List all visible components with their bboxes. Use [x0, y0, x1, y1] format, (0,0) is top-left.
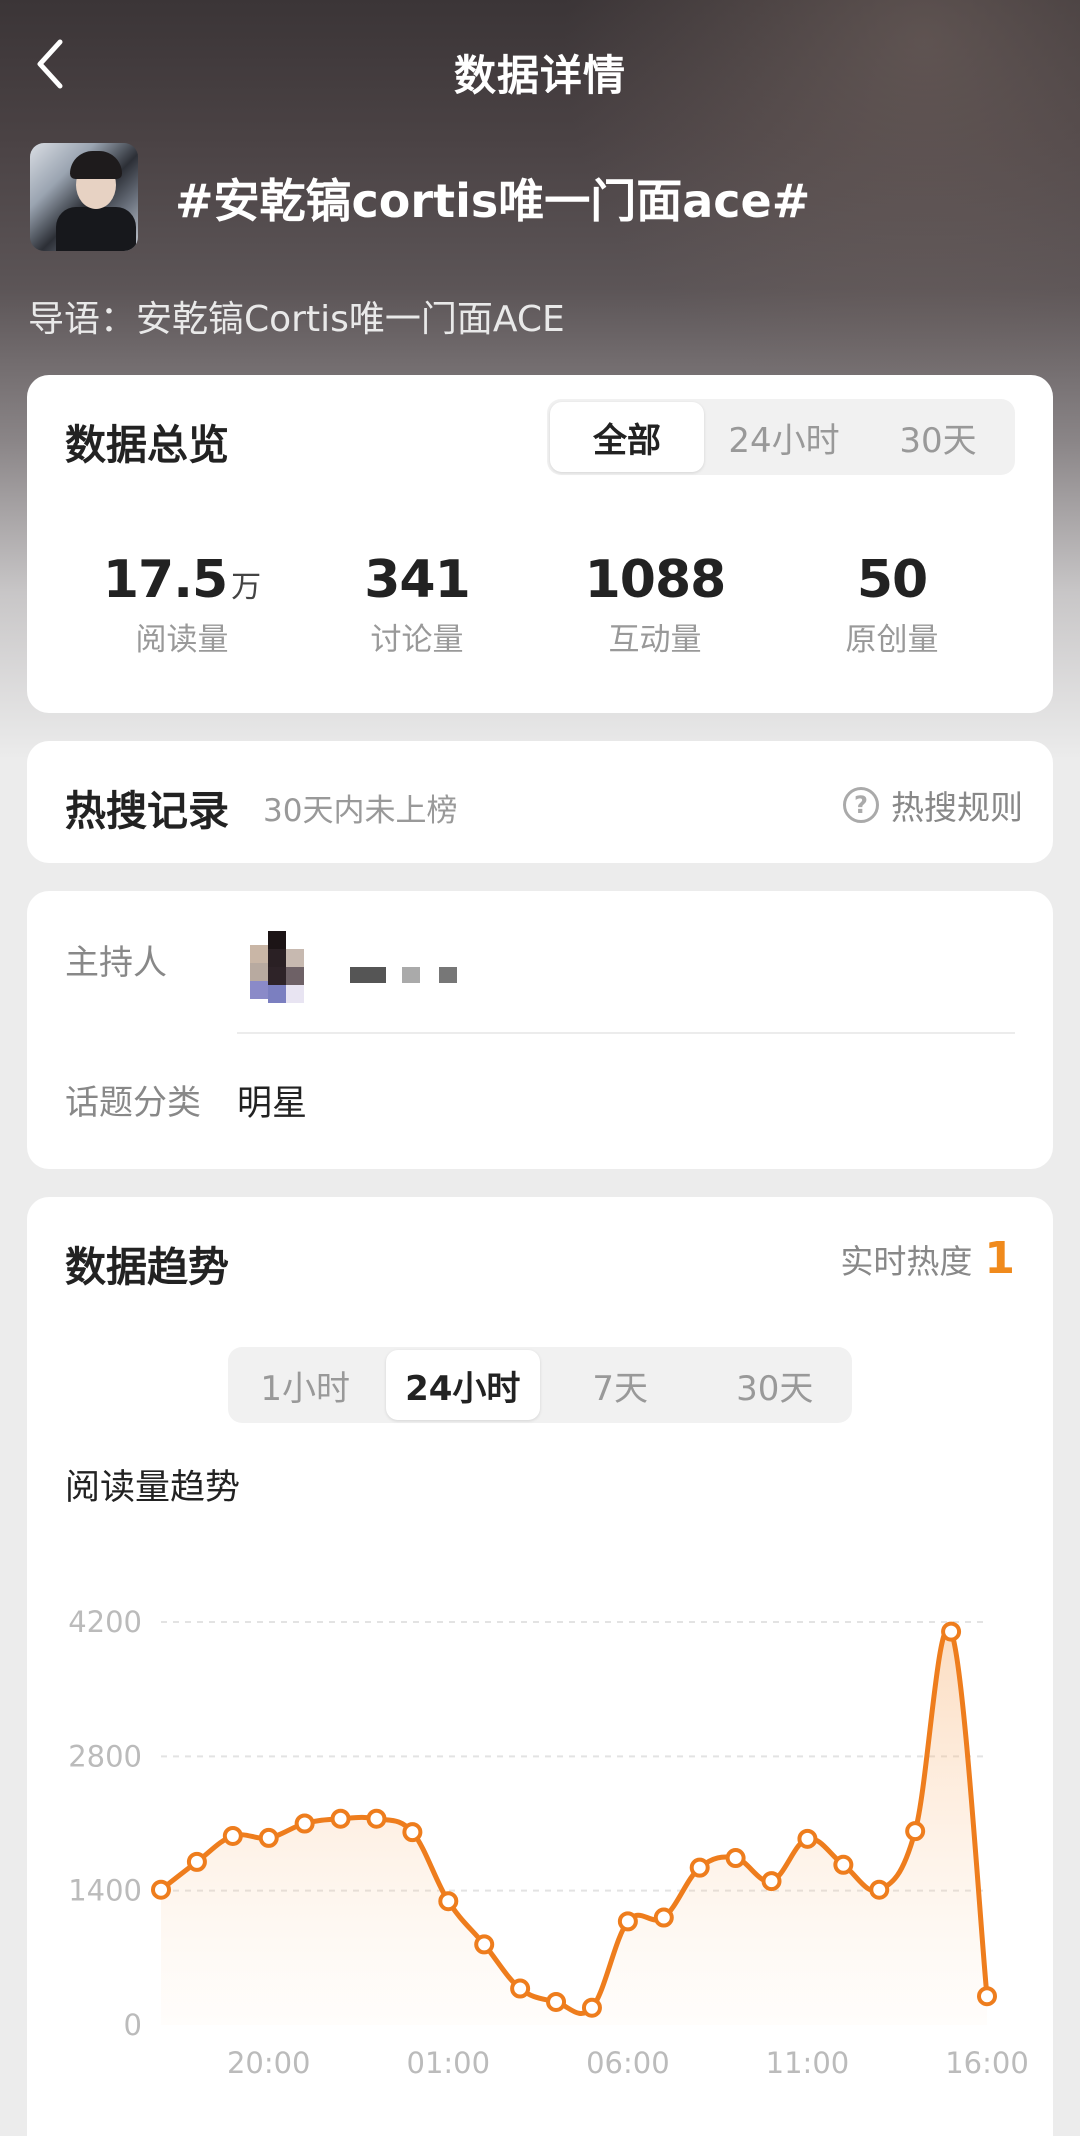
stat-read-value: 17.5 — [102, 550, 228, 610]
stat-discuss-value: 341 — [364, 550, 471, 610]
data-point[interactable] — [151, 1879, 171, 1900]
overview-title: 数据总览 — [65, 421, 229, 469]
data-point[interactable] — [797, 1828, 818, 1849]
data-point[interactable] — [581, 1997, 602, 2018]
data-point[interactable] — [294, 1813, 315, 1834]
realtime-heat-label: 实时热度 — [840, 1242, 973, 1281]
top-bar: 数据详情 — [0, 0, 1080, 140]
data-point[interactable] — [869, 1879, 890, 1900]
x-tick-label: 20:00 — [227, 2046, 311, 2080]
tab-24h-trend[interactable]: 24小时 — [385, 1350, 540, 1420]
stat-discuss: 341 讨论量 — [307, 550, 527, 659]
hot-search-card: 热搜记录 30天内未上榜 ? 热搜规则 — [27, 741, 1053, 863]
data-point[interactable] — [546, 1991, 567, 2012]
trend-range-tabs: 1小时 24小时 7天 30天 — [228, 1347, 852, 1423]
data-point[interactable] — [941, 1621, 962, 1642]
chart-label: 阅读量趋势 — [65, 1468, 241, 1508]
info-divider — [237, 1032, 1015, 1034]
tab-30d[interactable]: 30天 — [861, 399, 1015, 475]
data-point[interactable] — [617, 1911, 638, 1932]
stat-read-label: 阅读量 — [135, 622, 229, 658]
data-point[interactable] — [186, 1851, 207, 1872]
data-point[interactable] — [510, 1978, 531, 1999]
data-point[interactable] — [366, 1808, 387, 1829]
data-point[interactable] — [977, 1986, 997, 2007]
topic-info-card: 主持人 话题分类 明星 — [27, 891, 1053, 1169]
data-point[interactable] — [222, 1825, 243, 1846]
y-tick-label: 1400 — [68, 1874, 142, 1908]
topic-title: #安乾镐cortis唯一门面ace# — [175, 174, 811, 228]
topic-lead: 导语：安乾镐Cortis唯一门面ACE — [28, 299, 565, 340]
x-tick-label: 01:00 — [407, 2046, 491, 2080]
read-trend-chart: 0 1400 2800 4200 20:00 01:00 06:00 11:00 16:00 — [68, 1605, 1029, 2080]
overview-tabs: 全部 24小时 30天 — [547, 399, 1015, 475]
data-point[interactable] — [402, 1822, 423, 1843]
data-point[interactable] — [258, 1827, 279, 1848]
realtime-heat: 实时热度 1 — [840, 1233, 1015, 1284]
hot-search-title: 热搜记录 — [65, 787, 229, 835]
trend-area — [161, 1628, 987, 2025]
x-tick-label: 16:00 — [945, 2046, 1029, 2080]
hot-search-rule-label: 热搜规则 — [891, 788, 1023, 827]
stat-original-label: 原创量 — [845, 622, 939, 658]
data-point[interactable] — [833, 1854, 854, 1875]
tab-7d[interactable]: 7天 — [543, 1347, 698, 1423]
stat-interact-label: 互动量 — [608, 622, 702, 658]
stat-read: 17.5 万 阅读量 — [72, 550, 292, 659]
y-tick-label: 2800 — [68, 1739, 142, 1773]
data-point[interactable] — [689, 1857, 710, 1878]
tab-all[interactable]: 全部 — [550, 402, 704, 472]
stat-interact: 1088 互动量 — [545, 550, 765, 659]
tab-24h[interactable]: 24小时 — [707, 399, 861, 475]
category-value: 明星 — [237, 1084, 308, 1124]
realtime-heat-value: 1 — [984, 1233, 1015, 1284]
stat-interact-value: 1088 — [584, 550, 727, 610]
page-title: 数据详情 — [453, 51, 626, 100]
stat-discuss-label: 讨论量 — [370, 622, 464, 658]
hot-search-status: 30天内未上榜 — [263, 793, 458, 829]
category-label: 话题分类 — [65, 1083, 201, 1123]
data-point[interactable] — [438, 1891, 459, 1912]
data-point[interactable] — [330, 1808, 351, 1829]
host-avatar[interactable] — [250, 931, 310, 1003]
data-point[interactable] — [905, 1821, 926, 1842]
overview-card: 数据总览 全部 24小时 30天 17.5 万 阅读量 341 讨论量 1088 … — [27, 375, 1053, 713]
y-tick-label: 0 — [124, 2008, 142, 2042]
data-point[interactable] — [653, 1907, 674, 1928]
trend-title: 数据趋势 — [65, 1243, 229, 1291]
data-point[interactable] — [725, 1848, 746, 1869]
data-point[interactable] — [761, 1871, 782, 1892]
stat-original: 50 原创量 — [782, 550, 1002, 659]
stat-read-unit: 万 — [231, 570, 262, 605]
topic-avatar — [30, 143, 138, 251]
stat-original-value: 50 — [856, 550, 928, 610]
trend-card: 数据趋势 实时热度 1 1小时 24小时 7天 30天 阅读量趋势 0 1400 2… — [27, 1197, 1053, 2136]
data-point[interactable] — [474, 1934, 495, 1955]
tab-1h[interactable]: 1小时 — [228, 1347, 383, 1423]
x-tick-label: 06:00 — [586, 2046, 670, 2080]
x-tick-label: 11:00 — [766, 2046, 850, 2080]
question-icon: ? — [843, 787, 879, 823]
tab-30d-trend[interactable]: 30天 — [698, 1347, 853, 1423]
hot-search-rule-link[interactable]: ? 热搜规则 — [843, 781, 1023, 829]
y-tick-label: 4200 — [68, 1605, 142, 1639]
host-label: 主持人 — [65, 943, 167, 983]
